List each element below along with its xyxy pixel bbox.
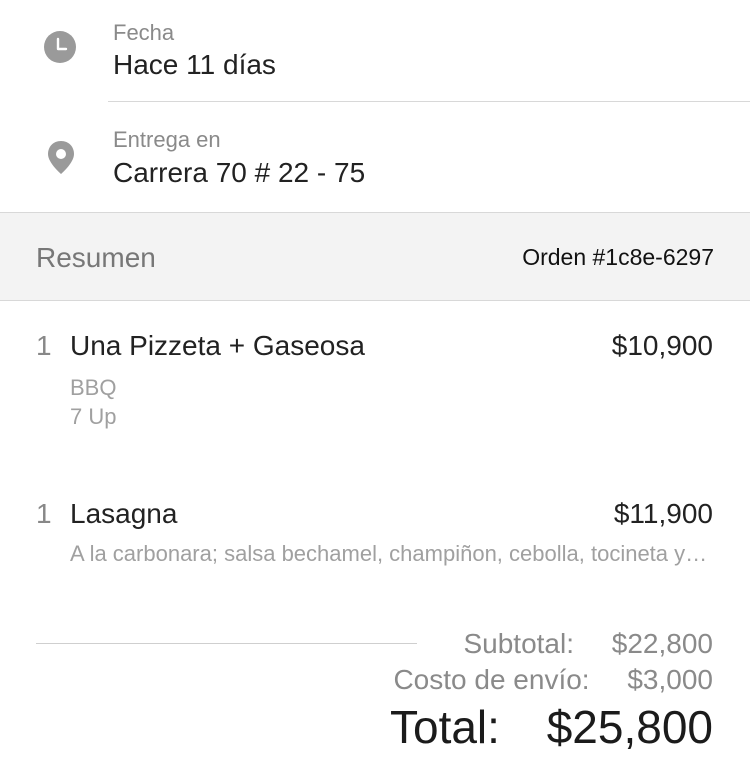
total-label: Total: <box>389 701 500 753</box>
item-quantity: 1 <box>36 498 52 529</box>
date-value: Hace 11 días <box>113 49 276 80</box>
delivery-row: Entrega en Carrera 70 # 22 - 75 <box>0 102 750 212</box>
shipping-value: $3,000 <box>627 664 713 695</box>
location-pin-icon <box>46 140 76 176</box>
total-row: Total: $25,800 <box>390 700 713 754</box>
total-value: $25,800 <box>546 701 713 753</box>
summary-header: Resumen Orden #1c8e-6297 <box>0 212 750 301</box>
item-price: $10,900 <box>611 330 713 361</box>
shipping-label: Costo de envío: <box>393 664 590 695</box>
item-name: Lasagna <box>70 498 178 529</box>
delivery-address: Carrera 70 # 22 - 75 <box>113 157 366 188</box>
clock-icon <box>44 31 76 63</box>
item-quantity: 1 <box>36 330 52 361</box>
subtotal-label: Subtotal: <box>463 628 574 659</box>
subtotal-row: Subtotal: $22,800 <box>463 628 713 660</box>
summary-title: Resumen <box>36 242 156 273</box>
item-option: BBQ <box>70 375 117 400</box>
totals-divider <box>36 643 417 644</box>
delivery-label: Entrega en <box>113 127 221 152</box>
date-label: Fecha <box>113 20 175 45</box>
item-name: Una Pizzeta + Gaseosa <box>70 330 365 361</box>
date-row: Fecha Hace 11 días <box>0 0 750 101</box>
item-description: A la carbonara; salsa bechamel, champiño… <box>70 541 713 566</box>
item-option: 7 Up <box>70 404 117 429</box>
item-price: $11,900 <box>613 498 713 529</box>
order-number: Orden #1c8e-6297 <box>522 244 714 270</box>
shipping-row: Costo de envío: $3,000 <box>393 664 713 696</box>
subtotal-value: $22,800 <box>611 628 713 659</box>
